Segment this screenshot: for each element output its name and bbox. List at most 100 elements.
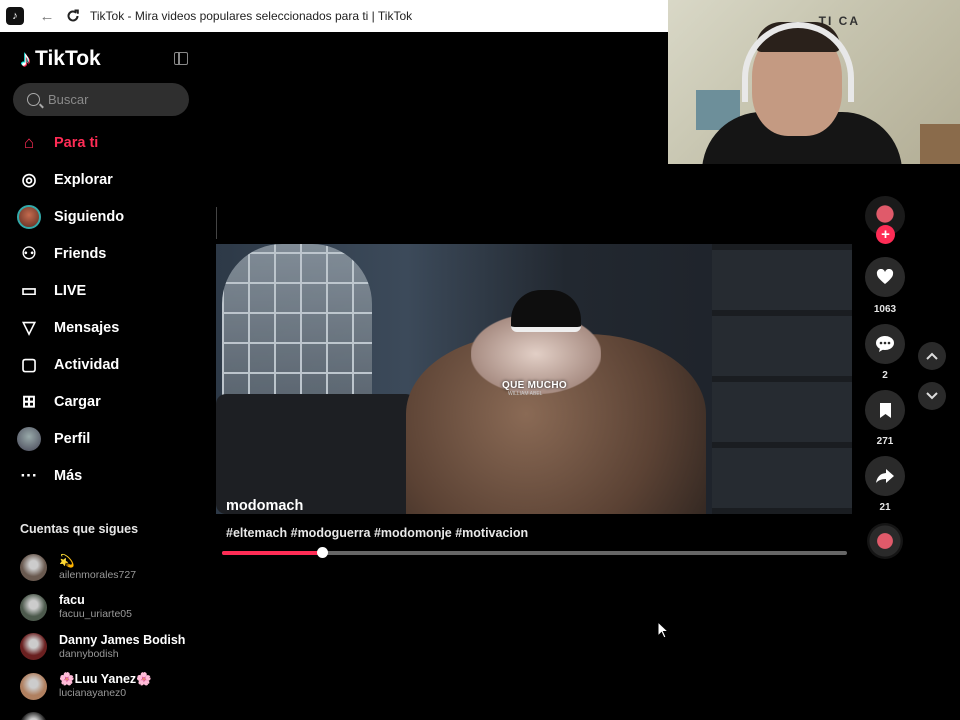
video-hashtags[interactable]: #eltemach #modoguerra #modomonje #motiva… — [226, 526, 528, 540]
browser-titlebar: ♪ ← TikTok - Mira videos populares selec… — [0, 0, 668, 32]
account-display-name: facu — [59, 593, 85, 608]
friends-icon: ⚇ — [21, 243, 37, 263]
chevron-down-icon — [926, 392, 938, 400]
account-names: 💫 ailenmorales727 — [59, 554, 136, 582]
avatar — [20, 672, 47, 700]
page-title: TikTok - Mira videos populares seleccion… — [90, 9, 413, 23]
sidebar-item-label: Más — [54, 467, 83, 484]
sidebar-item-perfil[interactable]: Perfil — [17, 420, 197, 457]
sidebar-item-label: Siguiendo — [54, 208, 125, 225]
compass-icon: ◎ — [21, 169, 37, 189]
webcam-shelf — [920, 124, 960, 164]
save-count: 271 — [876, 436, 894, 447]
activity-icon: ▢ — [20, 354, 38, 374]
sidebar-item-actividad[interactable]: ▢ Actividad — [17, 346, 197, 383]
share-button[interactable] — [865, 456, 905, 496]
video-author[interactable]: modomach — [226, 498, 303, 514]
account-handle: dannybodish — [59, 647, 119, 660]
previous-video-button[interactable] — [918, 342, 946, 370]
like-count: 1063 — [873, 304, 897, 315]
mouse-cursor-icon — [657, 621, 669, 639]
following-avatar-icon — [17, 204, 41, 229]
sound-disc-icon[interactable] — [867, 523, 903, 559]
live-icon: ▭ — [20, 280, 38, 300]
sidebar-item-m-s[interactable]: ··· Más — [17, 457, 197, 494]
following-section-title: Cuentas que sigues — [20, 522, 139, 536]
search-box[interactable] — [13, 83, 189, 116]
sidebar-item-label: Perfil — [54, 430, 91, 447]
account-names: Danny James Bodish dannybodish — [59, 633, 185, 661]
sidebar-item-friends[interactable]: ⚇ Friends — [17, 235, 197, 272]
search-icon — [27, 93, 40, 106]
account-names: 🌸Luu Yanez🌸 lucianayanez0 — [59, 672, 152, 700]
chevron-up-icon — [926, 352, 938, 360]
sidebar-item-siguiendo[interactable]: Siguiendo — [17, 198, 197, 235]
following-account[interactable]: Danny James Bodish dannybodish — [20, 627, 198, 667]
share-icon — [876, 469, 894, 483]
video-progress-thumb[interactable] — [317, 547, 328, 558]
avatar — [20, 554, 47, 582]
next-video-button[interactable] — [918, 382, 946, 410]
video-person-cap — [511, 290, 581, 332]
video-progress-bar[interactable] — [222, 547, 847, 558]
sidebar-item-label: LIVE — [54, 282, 87, 299]
avatar — [20, 633, 47, 661]
video-player[interactable]: QUE MUCHO WILLIAM ABEL — [216, 244, 852, 514]
more-icon: ··· — [20, 465, 38, 485]
video-overlay-text: QUE MUCHO — [502, 380, 567, 391]
collapse-sidebar-icon[interactable] — [174, 52, 188, 65]
following-account[interactable]: facu facuu_uriarte05 — [20, 588, 198, 628]
sidebar-item-label: Mensajes — [54, 319, 120, 336]
account-display-name: 🌸Luu Yanez🌸 — [59, 672, 152, 687]
account-display-name: Danny James Bodish — [59, 632, 186, 647]
avatar — [20, 712, 47, 720]
account-handle: lucianayanez0 — [59, 687, 127, 700]
sidebar-nav: ⌂ Para ti ◎ Explorar Siguiendo ⚇ Friends ▭ LIVE ▽… — [17, 124, 197, 494]
sidebar-item-label: Actividad — [54, 356, 120, 373]
tiktok-note-icon: ♪ — [20, 46, 31, 71]
account-handle: facuu_uriarte05 — [59, 608, 132, 621]
video-progress-fill — [222, 551, 322, 555]
sidebar-item-explorar[interactable]: ◎ Explorar — [17, 161, 197, 198]
following-account[interactable]: Activa Tu Fuego 1% — [20, 706, 198, 720]
sidebar-item-label: Para ti — [54, 134, 99, 151]
reload-icon[interactable] — [60, 3, 86, 29]
home-icon: ⌂ — [23, 132, 35, 152]
sidebar-item-label: Cargar — [54, 393, 101, 410]
sidebar-item-cargar[interactable]: ⊞ Cargar — [17, 383, 197, 420]
comment-button[interactable] — [865, 324, 905, 364]
follow-plus-button[interactable]: + — [876, 225, 895, 244]
share-count: 21 — [879, 502, 891, 513]
comment-icon — [876, 336, 894, 352]
heart-icon — [876, 269, 894, 284]
back-icon[interactable]: ← — [34, 3, 60, 29]
save-button[interactable] — [865, 390, 905, 430]
tiktok-logo[interactable]: ♪ TikTok — [20, 46, 101, 72]
avatar — [20, 593, 47, 621]
video-shelves — [712, 244, 852, 514]
profile-avatar-icon — [17, 426, 41, 451]
bookmark-icon — [879, 402, 891, 418]
webcam-overlay: TI CA — [668, 0, 960, 164]
following-list: 💫 ailenmorales727 facu facuu_uriarte05 Danny… — [20, 548, 198, 720]
sidebar-item-label: Friends — [54, 245, 107, 262]
comment-count: 2 — [882, 370, 888, 381]
logo-text: TikTok — [35, 47, 101, 70]
sidebar: ♪ TikTok ⌂ Para ti ◎ Explorar Siguiendo ⚇ Frie… — [0, 32, 200, 720]
messages-icon: ▽ — [22, 317, 36, 337]
sidebar-item-para-ti[interactable]: ⌂ Para ti — [17, 124, 197, 161]
search-input[interactable] — [48, 92, 178, 107]
tiktok-favicon-icon: ♪ — [6, 7, 24, 25]
sidebar-item-label: Explorar — [54, 171, 113, 188]
account-names: facu facuu_uriarte05 — [59, 593, 132, 621]
video-sofa — [216, 394, 416, 514]
account-handle: ailenmorales727 — [59, 568, 137, 581]
like-button[interactable] — [865, 257, 905, 297]
account-display-name: 💫 — [59, 553, 75, 568]
following-account[interactable]: 🌸Luu Yanez🌸 lucianayanez0 — [20, 667, 198, 707]
following-account[interactable]: 💫 ailenmorales727 — [20, 548, 198, 588]
sidebar-item-mensajes[interactable]: ▽ Mensajes — [17, 309, 197, 346]
sidebar-item-live[interactable]: ▭ LIVE — [17, 272, 197, 309]
video-top-divider — [216, 207, 217, 239]
video-overlay-subtext: WILLIAM ABEL — [508, 391, 543, 397]
